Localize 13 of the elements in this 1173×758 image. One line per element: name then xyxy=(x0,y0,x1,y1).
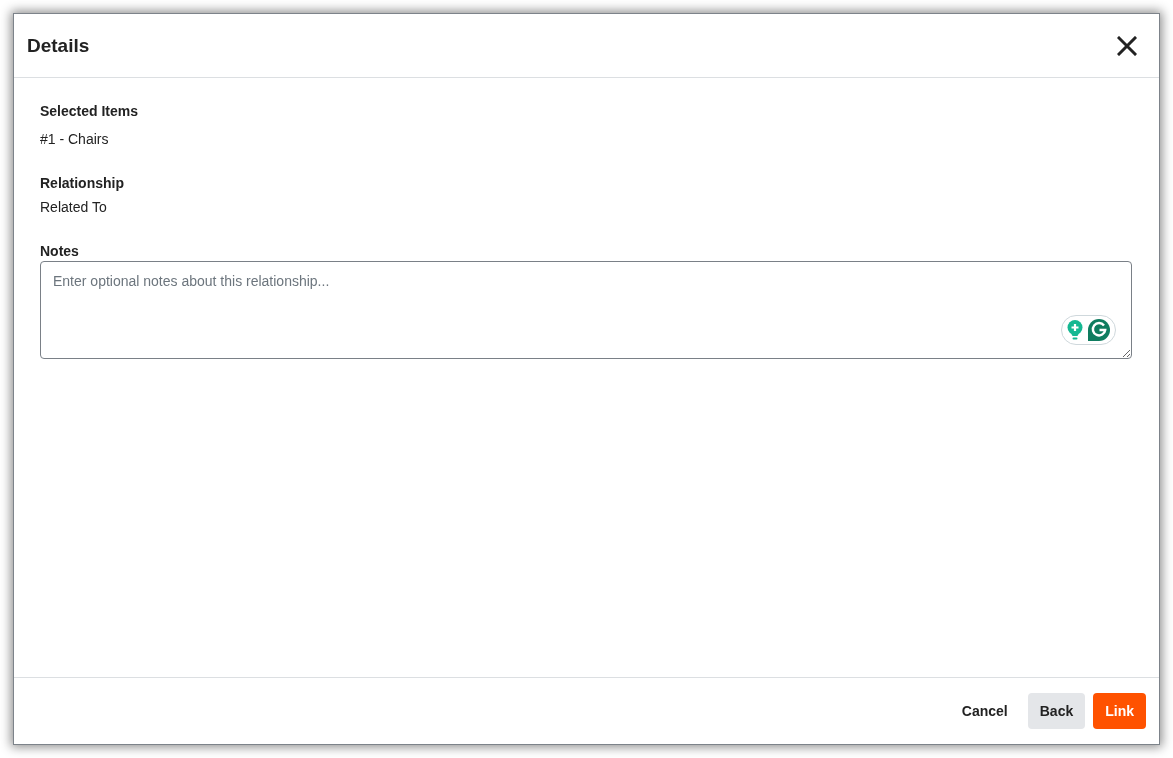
close-icon xyxy=(1117,35,1137,56)
field-label: Notes xyxy=(40,243,80,259)
lightbulb-icon xyxy=(1067,320,1083,340)
dialog-title: Details xyxy=(27,33,90,58)
field-label: Selected Items xyxy=(40,103,140,119)
notes-field[interactable]: Enter optional notes about this relationship... xyxy=(40,261,1132,359)
secondary-button[interactable]: Back xyxy=(1027,693,1086,729)
selected-item: #1 - Chairs xyxy=(40,131,110,147)
field-label: Relationship xyxy=(40,175,125,191)
field-value: Related To xyxy=(40,199,108,215)
g-logo-icon xyxy=(1088,319,1110,341)
text-button[interactable]: Cancel xyxy=(949,693,1020,729)
close-button[interactable] xyxy=(1115,33,1139,58)
